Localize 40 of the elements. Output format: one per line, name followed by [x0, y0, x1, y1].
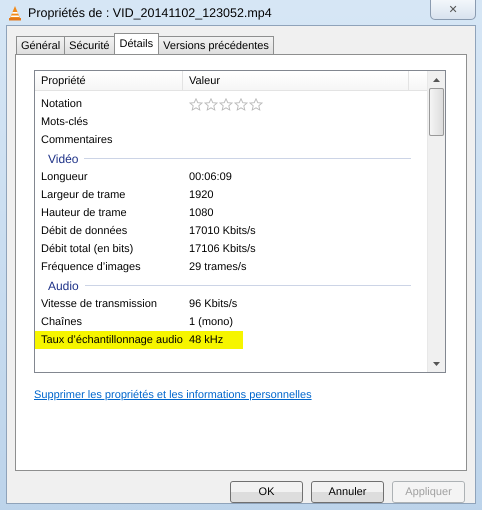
scroll-up-icon[interactable]: [433, 78, 440, 82]
property-name: Chaînes: [41, 315, 83, 330]
close-button[interactable]: ✕: [430, 0, 476, 20]
property-name: Mots-clés: [41, 115, 90, 130]
tab[interactable]: Sécurité: [64, 36, 114, 54]
property-name: Taux d’échantillonnage audio: [35, 331, 189, 349]
tab[interactable]: Général: [16, 36, 66, 54]
property-value: 00:06:09: [189, 170, 232, 185]
group-header: Audio: [48, 278, 79, 292]
property-value: 48 kHz: [189, 331, 244, 349]
property-value: 17010 Kbits/s: [189, 224, 256, 239]
property-name: Débit total (en bits): [41, 242, 134, 257]
property-name: Commentaires: [41, 133, 114, 148]
scrollbar[interactable]: [427, 71, 445, 372]
remove-properties-link[interactable]: Supprimer les propriétés et les informations personnelles: [34, 389, 312, 401]
dialog-button[interactable]: OK: [230, 481, 303, 503]
scroll-down-icon[interactable]: [433, 362, 440, 366]
tab[interactable]: Détails: [114, 33, 160, 54]
property-value: 1 (mono): [189, 315, 234, 330]
dialog-button[interactable]: Annuler: [311, 481, 384, 503]
group-header: Vidéo: [48, 152, 78, 166]
property-name: Largeur de trame: [41, 188, 126, 203]
cone-icon: [8, 4, 22, 20]
property-name: Notation: [41, 97, 83, 112]
property-value: 96 Kbits/s: [189, 297, 238, 312]
property-value: 1920: [189, 188, 214, 203]
property-name: Vitesse de transmission: [41, 297, 158, 312]
window-title: Propriétés de : VID_20141102_123052.mp4: [28, 6, 273, 20]
property-name: Hauteur de trame: [41, 206, 128, 221]
tab[interactable]: Versions précédentes: [158, 36, 274, 54]
property-name: Fréquence d’images: [41, 260, 142, 275]
column-header[interactable]: Propriété: [35, 71, 183, 90]
property-value: 17106 Kbits/s: [189, 242, 256, 257]
property-name: Débit de données: [41, 224, 128, 239]
star-rating[interactable]: [189, 98, 263, 110]
property-value: 1080: [189, 206, 214, 221]
property-value: 29 trames/s: [189, 260, 246, 275]
scroll-thumb[interactable]: [429, 88, 444, 136]
property-name: Longueur: [41, 170, 88, 185]
column-header[interactable]: Valeur: [183, 71, 409, 90]
